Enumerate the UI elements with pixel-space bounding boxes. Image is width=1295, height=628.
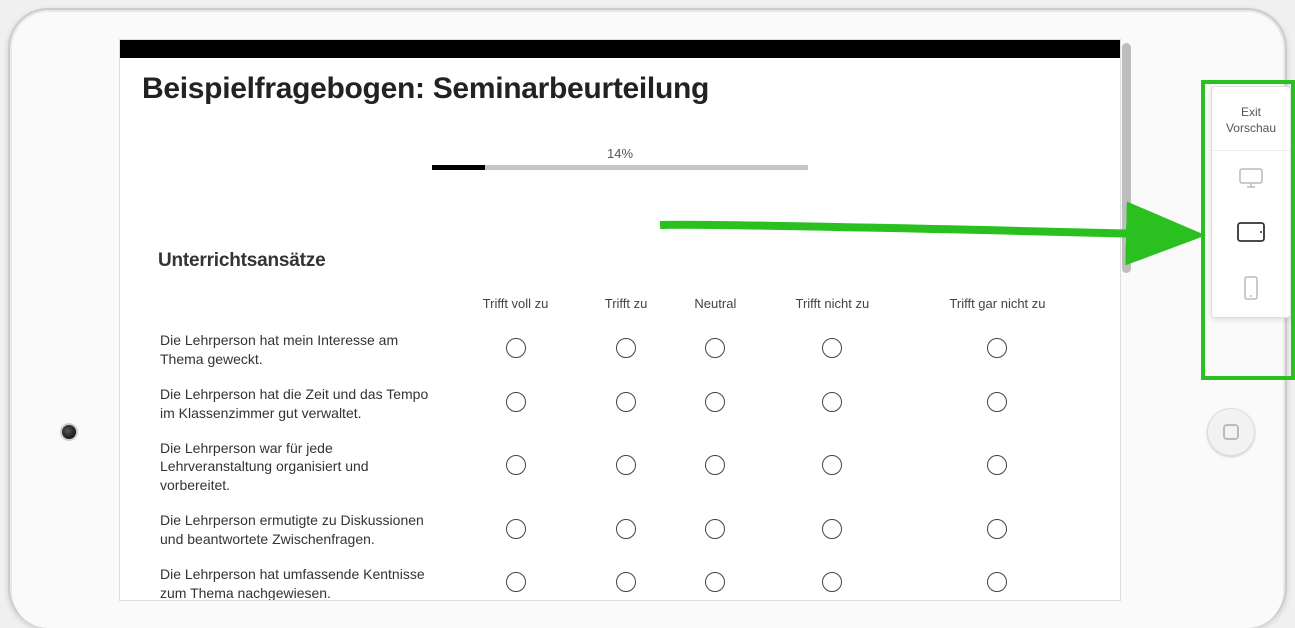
radio-option[interactable]: [616, 519, 636, 539]
radio-option[interactable]: [616, 338, 636, 358]
radio-option[interactable]: [506, 455, 526, 475]
radio-cell: [760, 323, 905, 377]
statement-text: Die Lehrperson ermutigte zu Diskussionen…: [150, 503, 450, 557]
radio-option[interactable]: [822, 392, 842, 412]
table-row: Die Lehrperson hat mein Interesse am The…: [150, 323, 1090, 377]
radio-option[interactable]: [506, 338, 526, 358]
radio-cell: [905, 557, 1090, 600]
radio-option[interactable]: [705, 572, 725, 592]
radio-option[interactable]: [506, 392, 526, 412]
radio-cell: [581, 377, 671, 431]
radio-option[interactable]: [987, 392, 1007, 412]
radio-option[interactable]: [822, 519, 842, 539]
radio-option[interactable]: [506, 519, 526, 539]
radio-cell: [581, 431, 671, 504]
scale-header-row: Trifft voll zuTrifft zuNeutralTrifft nic…: [150, 290, 1090, 323]
scale-header: Neutral: [671, 290, 760, 323]
radio-option[interactable]: [822, 338, 842, 358]
radio-cell: [581, 323, 671, 377]
scale-header: Trifft zu: [581, 290, 671, 323]
phone-icon: [1243, 275, 1259, 301]
radio-cell: [450, 503, 581, 557]
radio-cell: [671, 377, 760, 431]
table-row: Die Lehrperson hat die Zeit und das Temp…: [150, 377, 1090, 431]
radio-cell: [760, 377, 905, 431]
progress-label: 14%: [150, 146, 1090, 161]
radio-option[interactable]: [822, 572, 842, 592]
radio-cell: [671, 431, 760, 504]
exit-preview-button[interactable]: Exit Vorschau: [1212, 87, 1290, 151]
radio-option[interactable]: [705, 455, 725, 475]
radio-cell: [671, 323, 760, 377]
tablet-frame: Beispielfragebogen: Seminarbeurteilung 1…: [8, 8, 1287, 628]
radio-cell: [671, 557, 760, 600]
radio-option[interactable]: [506, 572, 526, 592]
statement-text: Die Lehrperson war für jede Lehrveransta…: [150, 431, 450, 504]
tablet-icon: [1236, 221, 1266, 243]
radio-cell: [581, 557, 671, 600]
radio-option[interactable]: [987, 572, 1007, 592]
survey-screen: Beispielfragebogen: Seminarbeurteilung 1…: [120, 40, 1120, 600]
radio-option[interactable]: [705, 392, 725, 412]
table-row: Die Lehrperson war für jede Lehrveransta…: [150, 431, 1090, 504]
radio-cell: [450, 557, 581, 600]
radio-cell: [905, 503, 1090, 557]
radio-option[interactable]: [987, 338, 1007, 358]
radio-cell: [905, 431, 1090, 504]
radio-cell: [905, 323, 1090, 377]
section-heading: Unterrichtsansätze: [158, 250, 1090, 272]
radio-cell: [581, 503, 671, 557]
home-icon: [1223, 424, 1239, 440]
preview-side-panel: Exit Vorschau: [1211, 86, 1291, 318]
radio-cell: [450, 323, 581, 377]
radio-cell: [760, 557, 905, 600]
statement-text: Die Lehrperson hat die Zeit und das Temp…: [150, 377, 450, 431]
tablet-home-button[interactable]: [1207, 408, 1255, 456]
radio-option[interactable]: [616, 572, 636, 592]
radio-cell: [450, 431, 581, 504]
table-row: Die Lehrperson hat umfassende Kentnisse …: [150, 557, 1090, 600]
device-phone-button[interactable]: [1212, 259, 1290, 317]
header-bar: [120, 40, 1120, 58]
progress-fill: [432, 165, 485, 170]
scale-header: Trifft gar nicht zu: [905, 290, 1090, 323]
statement-text: Die Lehrperson hat mein Interesse am The…: [150, 323, 450, 377]
scrollbar[interactable]: [1122, 43, 1131, 273]
radio-cell: [905, 377, 1090, 431]
likert-matrix: Trifft voll zuTrifft zuNeutralTrifft nic…: [150, 290, 1090, 600]
radio-cell: [760, 503, 905, 557]
radio-option[interactable]: [987, 455, 1007, 475]
device-tablet-button[interactable]: [1212, 205, 1290, 259]
radio-option[interactable]: [705, 338, 725, 358]
device-desktop-button[interactable]: [1212, 151, 1290, 205]
radio-option[interactable]: [705, 519, 725, 539]
tablet-camera-icon: [60, 423, 78, 441]
radio-option[interactable]: [822, 455, 842, 475]
radio-option[interactable]: [616, 392, 636, 412]
radio-option[interactable]: [616, 455, 636, 475]
radio-option[interactable]: [987, 519, 1007, 539]
table-row: Die Lehrperson ermutigte zu Diskussionen…: [150, 503, 1090, 557]
scale-header: Trifft nicht zu: [760, 290, 905, 323]
radio-cell: [450, 377, 581, 431]
scale-header: Trifft voll zu: [450, 290, 581, 323]
radio-cell: [671, 503, 760, 557]
statement-text: Die Lehrperson hat umfassende Kentnisse …: [150, 557, 450, 600]
progress-bar: [432, 165, 808, 170]
radio-cell: [760, 431, 905, 504]
survey-title: Beispielfragebogen: Seminarbeurteilung: [120, 58, 1120, 128]
desktop-icon: [1238, 167, 1264, 189]
progress-container: 14%: [150, 146, 1090, 170]
